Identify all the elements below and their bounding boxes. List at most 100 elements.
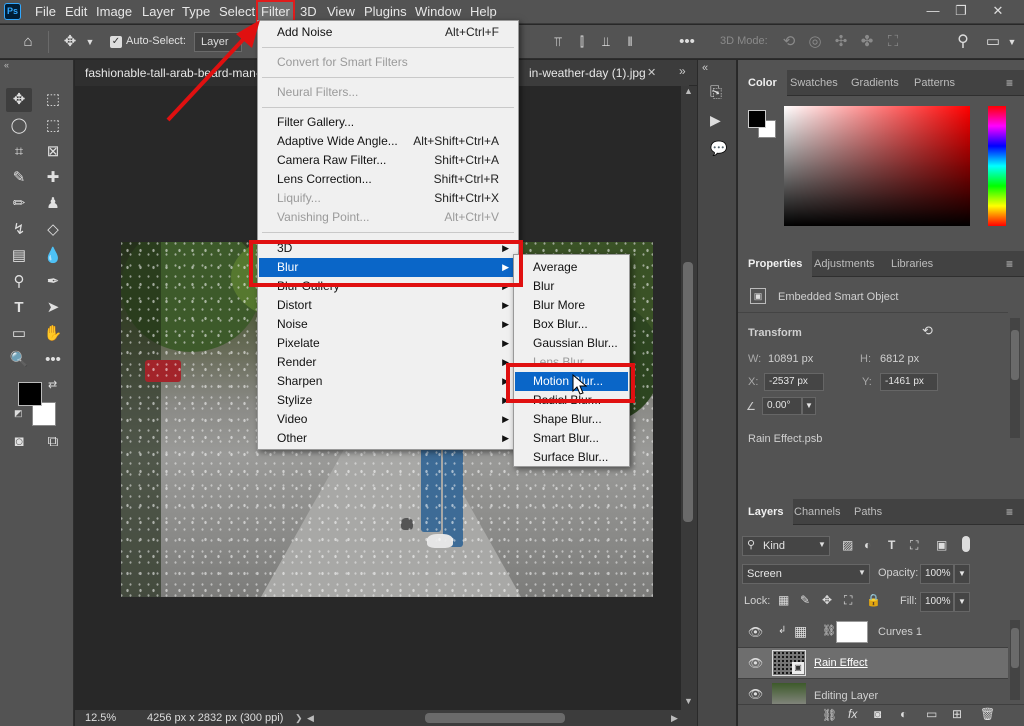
type-tool-icon[interactable]: T	[6, 296, 32, 320]
vertical-scrollbar[interactable]: ▲ ▼	[681, 86, 697, 710]
menu-item-neural-filters[interactable]: Neural Filters...	[259, 83, 517, 102]
visibility-eye-icon[interactable]: 👁	[748, 687, 763, 701]
fill-slider-icon[interactable]: ▼	[954, 592, 970, 612]
actions-play-icon[interactable]: ▶	[710, 112, 721, 129]
comments-icon[interactable]: 💬	[710, 140, 727, 157]
distribute-icon[interactable]: ‖	[620, 25, 640, 59]
menu-item-other[interactable]: Other ▶	[259, 429, 517, 448]
scroll-right-icon[interactable]: ▶	[671, 710, 678, 726]
workspace-icon[interactable]: ▭	[982, 25, 1004, 59]
properties-scrollbar[interactable]	[1010, 318, 1020, 438]
stamp-tool-icon[interactable]: ♟	[40, 192, 66, 216]
filter-adjustment-icon[interactable]: ◐	[864, 538, 871, 552]
layer-row[interactable]: 👁 ↲ ▦ ⛓ Curves 1	[738, 617, 1008, 648]
document-info[interactable]: 4256 px x 2832 px (300 ppi)	[147, 710, 283, 726]
eraser-tool-icon[interactable]: ◇	[40, 218, 66, 242]
menu-item-3d[interactable]: 3D ▶	[259, 239, 517, 258]
quick-mask-icon[interactable]: ◙	[6, 430, 32, 454]
healing-brush-icon[interactable]: ✚	[40, 166, 66, 190]
visibility-eye-icon[interactable]: 👁	[748, 625, 763, 639]
menu-item-sharpen[interactable]: Sharpen ▶	[259, 372, 517, 391]
swap-colors-icon[interactable]: ⇄	[48, 378, 57, 391]
submenu-item-blur[interactable]: Blur	[515, 277, 628, 296]
more-options-icon[interactable]: •••	[676, 25, 698, 59]
tab-patterns[interactable]: Patterns	[904, 70, 965, 96]
scroll-down-icon[interactable]: ▼	[684, 696, 693, 706]
status-menu-icon[interactable]: ❯	[295, 710, 303, 726]
lock-transparency-icon[interactable]: ▦	[778, 593, 789, 607]
panel-menu-icon[interactable]: ≡	[1006, 505, 1013, 519]
zoom-tool-icon[interactable]: 🔍	[6, 348, 32, 372]
layer-row-selected[interactable]: 👁 ▣ Rain Effect	[738, 648, 1008, 679]
layers-scrollbar[interactable]	[1010, 620, 1020, 700]
screen-mode-icon[interactable]: ⧉	[40, 430, 66, 454]
search-icon[interactable]: ⚲	[952, 25, 974, 59]
chevron-down-icon[interactable]: ▼	[84, 25, 96, 59]
gradient-tool-icon[interactable]: ▤	[6, 244, 32, 268]
layer-name[interactable]: Curves 1	[878, 626, 922, 638]
move-tool-icon[interactable]: ✥	[6, 88, 32, 112]
menu-item-stylize[interactable]: Stylize ▶	[259, 391, 517, 410]
filter-shape-icon[interactable]: ⛶	[910, 538, 918, 553]
menu-image[interactable]: Image	[91, 0, 137, 24]
reset-transform-icon[interactable]: ⟲	[922, 323, 933, 339]
filter-toggle-icon[interactable]	[962, 536, 970, 552]
layer-mask-thumbnail[interactable]	[836, 621, 868, 643]
menu-file[interactable]: File	[30, 0, 61, 24]
tab-gradients[interactable]: Gradients	[841, 70, 909, 96]
menu-item-pixelate[interactable]: Pixelate ▶	[259, 334, 517, 353]
photoshop-logo-icon[interactable]: Ps	[4, 3, 21, 20]
rectangle-tool-icon[interactable]: ▭	[6, 322, 32, 346]
expand-panels-icon[interactable]: «	[702, 62, 708, 74]
submenu-item-average[interactable]: Average	[515, 258, 628, 277]
align-bottom-icon[interactable]: ⫫	[596, 25, 616, 59]
horizontal-scrollbar-thumb[interactable]	[425, 713, 565, 723]
menu-item-vanishing-point[interactable]: Vanishing Point... Alt+Ctrl+V	[259, 208, 517, 227]
tab-adjustments[interactable]: Adjustments	[804, 251, 885, 277]
tab-paths[interactable]: Paths	[844, 499, 892, 525]
move-tool-icon[interactable]: ✥	[58, 25, 82, 59]
menu-item-convert-smart-filters[interactable]: Convert for Smart Filters	[259, 53, 517, 72]
panel-menu-icon[interactable]: ≡	[1006, 257, 1013, 271]
opacity-field[interactable]: 100%	[920, 564, 954, 584]
angle-field[interactable]: 0.00°	[762, 397, 802, 415]
menu-item-lens-correction[interactable]: Lens Correction... Shift+Ctrl+R	[259, 170, 517, 189]
fill-field[interactable]: 100%	[920, 592, 954, 612]
hue-slider[interactable]	[988, 106, 1006, 226]
menu-item-camera-raw[interactable]: Camera Raw Filter... Shift+Ctrl+A	[259, 151, 517, 170]
default-colors-icon[interactable]: ◩	[14, 408, 23, 419]
scrollbar-thumb[interactable]	[683, 262, 693, 522]
add-mask-icon[interactable]: ◙	[874, 707, 881, 721]
menu-item-blur[interactable]: Blur ▶	[259, 258, 517, 277]
height-value[interactable]: 6812 px	[880, 353, 919, 365]
layer-kind-filter[interactable]: Kind	[742, 536, 830, 556]
menu-item-add-noise[interactable]: Add Noise Alt+Ctrl+F	[259, 23, 517, 42]
zoom-level[interactable]: 12.5%	[85, 710, 116, 726]
pen-tool-icon[interactable]: ✒	[40, 270, 66, 294]
submenu-item-surface-blur[interactable]: Surface Blur...	[515, 448, 628, 467]
filter-pixel-icon[interactable]: ▨	[842, 538, 853, 552]
dodge-tool-icon[interactable]: ⚲	[6, 270, 32, 294]
y-position-field[interactable]: -1461 px	[880, 373, 938, 391]
crop-tool-icon[interactable]: ⌗	[6, 140, 32, 164]
width-value[interactable]: 10891 px	[768, 353, 813, 365]
submenu-item-gaussian-blur[interactable]: Gaussian Blur...	[515, 334, 628, 353]
menu-item-video[interactable]: Video ▶	[259, 410, 517, 429]
scroll-up-icon[interactable]: ▲	[684, 86, 693, 96]
home-icon[interactable]: ⌂	[14, 25, 42, 59]
align-top-icon[interactable]: ⫪	[548, 25, 568, 59]
menu-item-filter-gallery[interactable]: Filter Gallery...	[259, 113, 517, 132]
filter-smart-object-icon[interactable]: ▣	[936, 538, 947, 552]
path-select-icon[interactable]: ➤	[40, 296, 66, 320]
layer-name[interactable]: Editing Layer	[814, 690, 878, 702]
tab-libraries[interactable]: Libraries	[881, 251, 943, 277]
restore-icon[interactable]: ❐	[950, 2, 972, 20]
visibility-eye-icon[interactable]: 👁	[748, 656, 763, 670]
menu-item-adaptive-wide-angle[interactable]: Adaptive Wide Angle... Alt+Shift+Ctrl+A	[259, 132, 517, 151]
submenu-item-blur-more[interactable]: Blur More	[515, 296, 628, 315]
new-group-icon[interactable]: ▭	[926, 707, 937, 721]
submenu-item-smart-blur[interactable]: Smart Blur...	[515, 429, 628, 448]
close-tab-icon[interactable]: ✕	[647, 66, 656, 79]
menu-edit[interactable]: Edit	[60, 0, 92, 24]
menu-item-noise[interactable]: Noise ▶	[259, 315, 517, 334]
